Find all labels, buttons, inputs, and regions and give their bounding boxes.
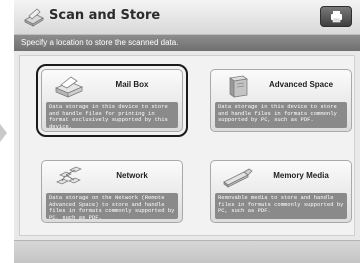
options-panel: Mail Box Data storage in this device to … bbox=[19, 55, 355, 236]
advanced-space-label: Advanced Space bbox=[268, 80, 334, 89]
memory-media-icon bbox=[223, 168, 253, 188]
previous-page-arrow-icon bbox=[0, 124, 7, 142]
counter-check-button[interactable] bbox=[320, 6, 352, 27]
instruction-bar: Specify a location to store the scanned … bbox=[14, 35, 360, 51]
advanced-space-header: Advanced Space bbox=[211, 70, 351, 102]
scan-and-store-screen: Scan and Store Specify a location to sto… bbox=[14, 0, 360, 263]
network-button[interactable]: Network Data storage on the Network (Rem… bbox=[41, 160, 183, 223]
network-label: Network bbox=[116, 171, 148, 180]
mail-box-header: Mail Box bbox=[42, 70, 182, 102]
counter-check-icon bbox=[331, 11, 342, 23]
mail-box-icon bbox=[54, 76, 84, 98]
memory-media-label: Memory Media bbox=[273, 171, 329, 180]
mail-box-button[interactable]: Mail Box Data storage in this device to … bbox=[36, 64, 188, 137]
scan-and-store-icon bbox=[24, 8, 44, 27]
network-header: Network bbox=[42, 161, 182, 193]
network-description: Data storage on the Network (Remote Adva… bbox=[46, 193, 178, 219]
advanced-space-description: Data storage in this device to store and… bbox=[215, 102, 347, 128]
bottom-status-bar bbox=[14, 240, 360, 263]
mail-box-label: Mail Box bbox=[115, 80, 149, 89]
network-icon bbox=[56, 166, 82, 185]
advanced-space-button[interactable]: Advanced Space Data storage in this devi… bbox=[210, 69, 352, 132]
page-title: Scan and Store bbox=[49, 8, 161, 23]
mail-box-description: Data storage in this device to store and… bbox=[46, 102, 178, 128]
advanced-space-icon bbox=[228, 75, 249, 98]
memory-media-header: Memory Media bbox=[211, 161, 351, 193]
memory-media-description: Removable media to store and handle file… bbox=[215, 193, 347, 219]
title-bar: Scan and Store bbox=[14, 0, 360, 35]
memory-media-button[interactable]: Memory Media Removable media to store an… bbox=[210, 160, 352, 223]
